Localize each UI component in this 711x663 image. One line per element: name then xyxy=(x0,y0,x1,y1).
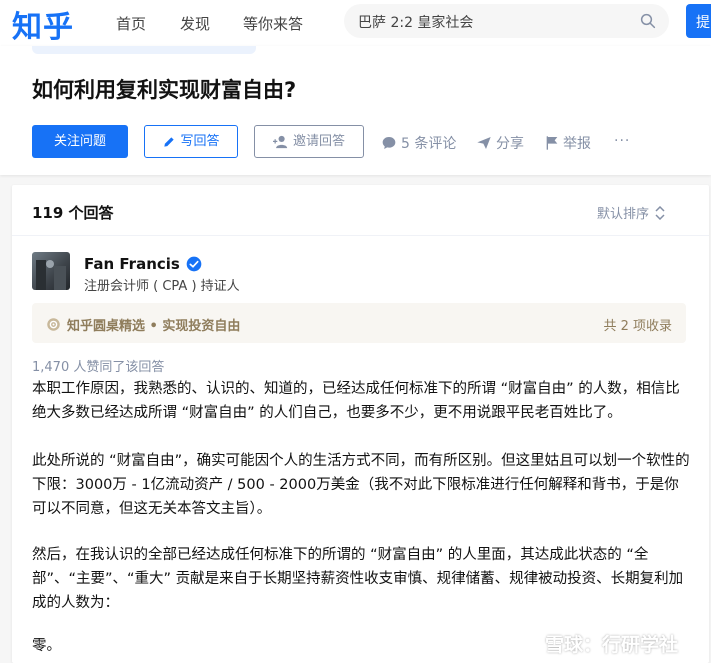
question-header: 如何利用复利实现财富自由? 关注问题 写回答 邀请回答 5 条评论 分享 举报 … xyxy=(0,46,711,175)
comments-button[interactable]: 5 条评论 xyxy=(381,133,456,153)
search-box[interactable]: 巴萨 2:2 皇家社会 xyxy=(344,4,669,38)
collection-label: 知乎圆桌精选 • 实现投资自由 xyxy=(67,319,241,334)
comments-label: 5 条评论 xyxy=(401,136,457,152)
sort-chevron-icon xyxy=(655,205,665,220)
report-button[interactable]: 举报 xyxy=(545,133,591,153)
more-options-button[interactable]: ··· xyxy=(614,133,630,149)
collection-link[interactable]: 知乎圆桌精选 • 实现投资自由 xyxy=(46,315,240,334)
question-title: 如何利用复利实现财富自由? xyxy=(32,78,297,102)
answer-paragraph: 此处所说的 “财富自由”，确实可能因个人的生活方式不同，而有所区别。但这里姑且可… xyxy=(32,453,690,517)
write-answer-button[interactable]: 写回答 xyxy=(144,125,238,158)
author-headline: 注册会计师 ( CPA ) 持证人 xyxy=(84,279,240,294)
search-input[interactable]: 巴萨 2:2 皇家社会 xyxy=(358,12,473,32)
add-user-icon xyxy=(272,135,288,148)
answer-paragraph: 本职工作原因，我熟悉的、认识的、知道的，已经达成任何标准下的所谓 “财富自由” … xyxy=(32,381,680,421)
ask-question-button[interactable]: 提 xyxy=(686,4,711,38)
roundtable-icon xyxy=(47,318,60,331)
share-icon xyxy=(477,137,491,149)
search-icon[interactable] xyxy=(639,12,657,30)
pen-icon xyxy=(164,136,175,147)
invite-answer-button[interactable]: 邀请回答 xyxy=(254,125,364,158)
nav-discover[interactable]: 发现 xyxy=(180,13,210,34)
share-label: 分享 xyxy=(496,136,524,152)
author-avatar[interactable] xyxy=(32,252,70,290)
author-name[interactable]: Fan Francis xyxy=(84,255,202,273)
write-answer-label: 写回答 xyxy=(180,134,220,149)
xueqiu-watermark: 雪球：行研学社 xyxy=(517,630,678,657)
xueqiu-logo-icon xyxy=(517,633,539,654)
report-label: 举报 xyxy=(563,136,591,152)
sort-label: 默认排序 xyxy=(597,207,650,222)
flag-icon xyxy=(546,136,558,150)
follow-question-button[interactable]: 关注问题 xyxy=(32,125,128,158)
top-navbar: 知乎 首页 发现 等你来答 巴萨 2:2 皇家社会 提 xyxy=(0,0,711,46)
nav-waiting-answers[interactable]: 等你来答 xyxy=(243,13,303,34)
invite-answer-label: 邀请回答 xyxy=(292,134,345,149)
verified-badge-icon xyxy=(186,256,202,272)
watermark-text: 雪球：行研学社 xyxy=(545,634,679,656)
author-name-text: Fan Francis xyxy=(84,255,180,273)
answer-list-card: 119 个回答 默认排序 Fan Francis 注册会计师 ( CPA ) 持… xyxy=(12,185,709,663)
sort-dropdown[interactable]: 默认排序 xyxy=(597,203,665,222)
collection-count[interactable]: 共 2 项收录 xyxy=(603,315,672,334)
comment-icon xyxy=(382,137,396,149)
share-button[interactable]: 分享 xyxy=(476,133,524,153)
divider xyxy=(12,235,709,236)
topic-tag[interactable] xyxy=(206,46,256,54)
collection-bar[interactable]: 知乎圆桌精选 • 实现投资自由 共 2 项收录 xyxy=(32,303,686,343)
upvote-count: 1,470 人赞同了该回答 xyxy=(32,360,165,375)
nav-home[interactable]: 首页 xyxy=(116,13,146,34)
answer-paragraph: 然后，在我认识的全部已经达成任何标准下的所谓的 “财富自由” 的人里面，其达成此… xyxy=(32,547,684,611)
answer-count: 119 个回答 xyxy=(32,204,114,222)
zhihu-logo[interactable]: 知乎 xyxy=(12,2,74,46)
